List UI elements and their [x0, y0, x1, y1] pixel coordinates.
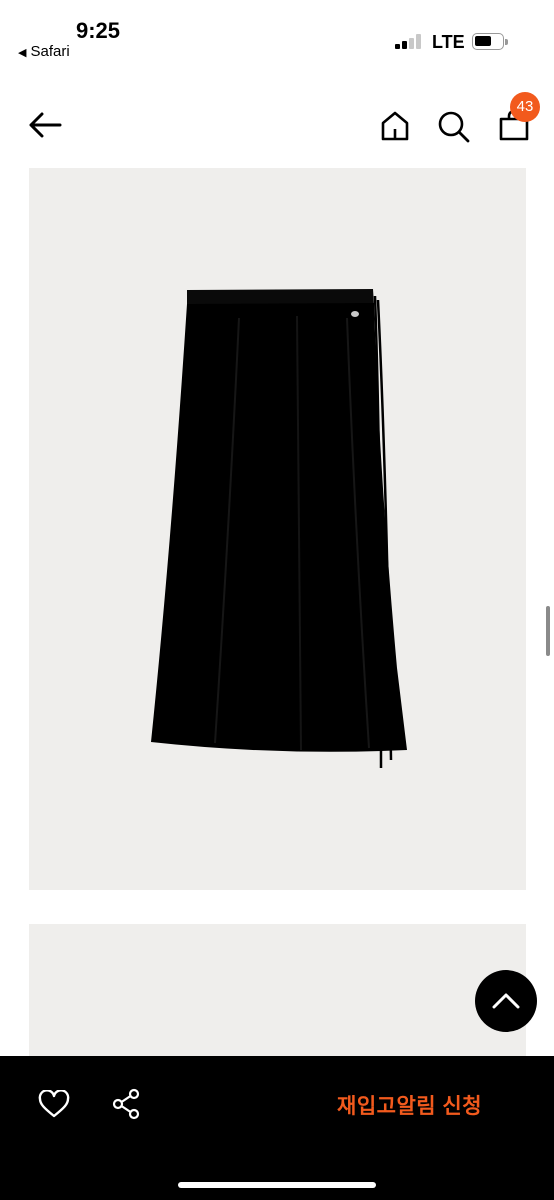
- home-icon[interactable]: [379, 110, 411, 142]
- chevron-up-icon: [492, 993, 520, 1009]
- heart-icon[interactable]: [38, 1090, 70, 1118]
- status-bar: 9:25 ◀ Safari LTE: [0, 0, 554, 70]
- bottom-action-bar: [0, 1056, 554, 1200]
- search-icon[interactable]: [437, 110, 471, 144]
- restock-alert-button[interactable]: 재입고알림 신청: [337, 1090, 482, 1120]
- scroll-to-top-button[interactable]: [475, 970, 537, 1032]
- cart-count-badge: 43: [510, 92, 540, 122]
- skirt-illustration: [151, 289, 407, 769]
- back-arrow-icon[interactable]: [26, 110, 64, 140]
- signal-strength-icon: [395, 34, 423, 49]
- back-to-app-link[interactable]: ◀ Safari: [18, 43, 70, 60]
- scrollbar-thumb[interactable]: [546, 606, 550, 656]
- product-image[interactable]: [29, 168, 526, 890]
- battery-icon: [472, 33, 508, 50]
- back-app-label: Safari: [30, 43, 70, 60]
- home-indicator[interactable]: [178, 1182, 376, 1188]
- share-icon[interactable]: [110, 1088, 142, 1120]
- back-triangle-icon: ◀: [18, 47, 27, 59]
- product-image-second[interactable]: [29, 924, 526, 1064]
- status-time: 9:25: [76, 18, 121, 43]
- network-type: LTE: [432, 32, 465, 52]
